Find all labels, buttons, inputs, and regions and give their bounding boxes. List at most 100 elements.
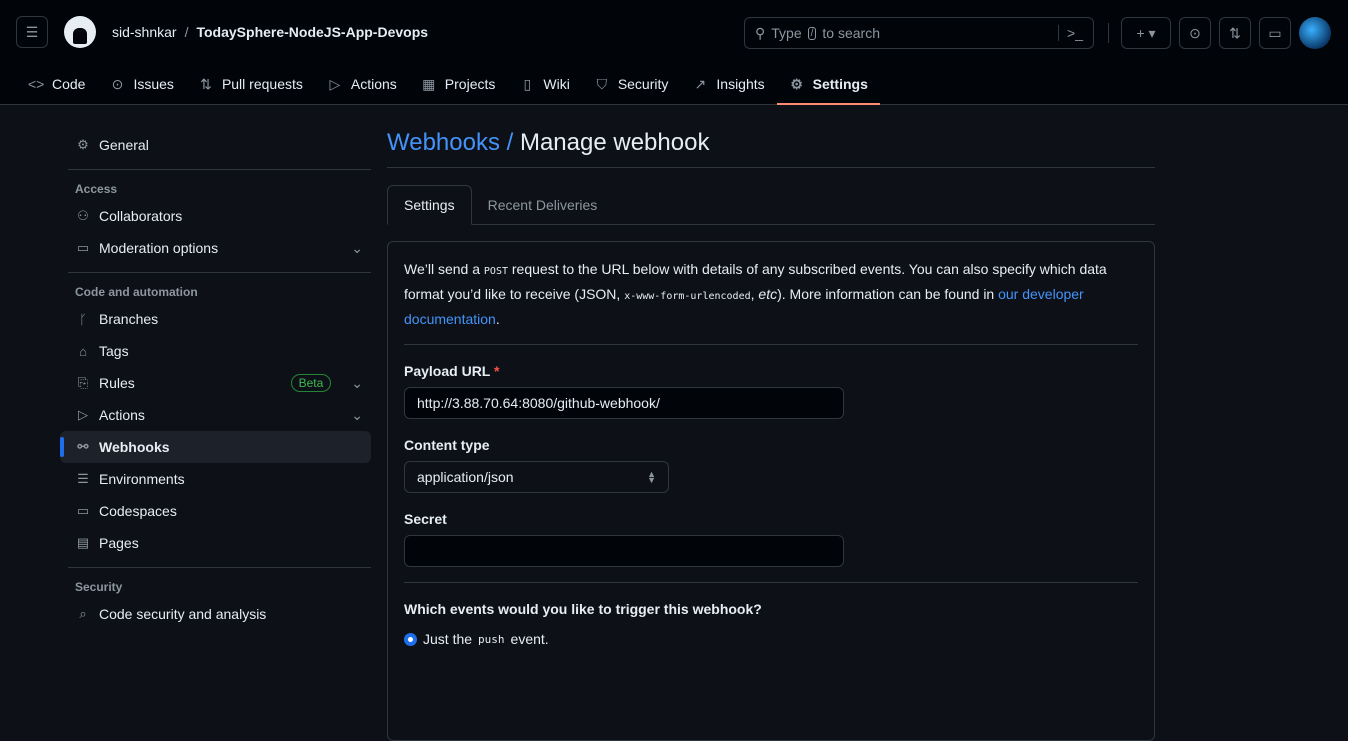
tab-recent-deliveries[interactable]: Recent Deliveries xyxy=(472,185,614,224)
codespaces-icon: ▭ xyxy=(76,503,90,518)
sidebar-item-moderation[interactable]: ▭ Moderation options ⌄ xyxy=(60,232,371,264)
sidebar-item-branches[interactable]: ᚴ Branches xyxy=(60,303,371,335)
intro-part: ). More information can be found in xyxy=(777,286,999,302)
gear-icon: ⚙ xyxy=(790,75,803,92)
chevron-down-icon[interactable]: ⌄ xyxy=(351,240,363,257)
required-marker: * xyxy=(494,363,500,379)
chevron-down-icon[interactable]: ⌄ xyxy=(351,375,363,392)
rules-icon: ⎘ xyxy=(77,375,89,390)
radio-label: event. xyxy=(510,631,549,647)
breadcrumb-separator: / xyxy=(184,24,189,40)
sidebar-item-label: Tags xyxy=(99,343,129,359)
command-palette-icon[interactable]: >_ xyxy=(1058,25,1083,41)
tab-actions[interactable]: ▷ Actions xyxy=(315,64,409,104)
pull-request-icon: ⇅ xyxy=(1229,24,1241,41)
chevron-down-icon[interactable]: ⌄ xyxy=(351,407,363,424)
tab-projects[interactable]: ▦ Projects xyxy=(409,64,508,104)
selected-value: application/json xyxy=(417,469,514,485)
sidebar-item-label: Pages xyxy=(99,535,139,551)
intro-part: We’ll send a xyxy=(404,261,484,277)
tab-label: Insights xyxy=(716,76,765,92)
inbox-button[interactable]: ▭ xyxy=(1259,17,1291,49)
menu-button[interactable]: ☰ xyxy=(16,16,48,48)
radio-code: push xyxy=(478,632,505,646)
intro-part: . xyxy=(495,311,500,327)
tab-label: Issues xyxy=(133,76,174,92)
sidebar-item-pages[interactable]: ▤ Pages xyxy=(60,527,371,559)
webhook-icon: ⚯ xyxy=(77,439,89,454)
code-icon: <> xyxy=(28,76,45,92)
sidebar-item-collaborators[interactable]: ⚇ Collaborators xyxy=(60,200,371,232)
tab-pull-requests[interactable]: ⇅ Pull requests xyxy=(186,64,315,104)
graph-icon: ↗ xyxy=(694,75,707,92)
beta-badge: Beta xyxy=(290,374,332,392)
radio-just-push[interactable]: Just the push event. xyxy=(404,631,1138,647)
sidebar-item-webhooks[interactable]: ⚯ Webhooks xyxy=(60,431,371,463)
sidebar-item-label: General xyxy=(99,137,149,153)
divider xyxy=(1108,23,1109,43)
search-shortcut-key: / xyxy=(807,26,817,40)
search-input[interactable]: ⚲ Type / to search >_ xyxy=(744,17,1094,49)
settings-sidebar: ⚙ General Access ⚇ Collaborators ▭ Moderati… xyxy=(60,129,371,630)
tab-label: Security xyxy=(617,76,669,92)
play-icon: ▷ xyxy=(329,75,341,92)
content-type-select[interactable]: application/json ▲ ▼ xyxy=(404,461,669,493)
github-logo-icon[interactable] xyxy=(64,16,96,48)
secret-input[interactable] xyxy=(404,535,844,567)
select-arrows-icon: ▲ ▼ xyxy=(647,469,656,485)
issue-icon: ⊙ xyxy=(111,75,124,92)
pull-requests-button[interactable]: ⇅ xyxy=(1219,17,1251,49)
create-new-button[interactable]: + ▾ xyxy=(1121,17,1171,49)
sidebar-item-environments[interactable]: ☰ Environments xyxy=(60,463,371,495)
sidebar-item-code-security[interactable]: ⌕ Code security and analysis xyxy=(60,598,371,630)
radio-selected-icon[interactable] xyxy=(404,632,417,646)
search-icon: ⚲ xyxy=(755,24,766,41)
gear-icon: ⚙ xyxy=(77,137,89,152)
shield-icon: ⛉ xyxy=(596,75,608,92)
section-heading-access: Access xyxy=(68,169,371,200)
tab-label: Actions xyxy=(350,76,397,92)
search-placeholder-suffix: to search xyxy=(822,25,880,41)
search-placeholder: Type xyxy=(771,25,802,41)
tab-security[interactable]: ⛉ Security xyxy=(582,64,681,104)
sidebar-item-label: Code security and analysis xyxy=(99,606,267,622)
sidebar-item-rules[interactable]: ⎘ Rules Beta ⌄ xyxy=(60,367,371,399)
tab-settings[interactable]: ⚙ Settings xyxy=(776,64,881,105)
tab-label: Pull requests xyxy=(221,76,303,92)
inbox-icon: ▭ xyxy=(1268,24,1282,41)
sidebar-item-tags[interactable]: ⌂ Tags xyxy=(60,335,371,367)
tab-issues[interactable]: ⊙ Issues xyxy=(97,64,185,104)
tab-wiki[interactable]: ▯ Wiki xyxy=(507,64,581,104)
sidebar-item-general[interactable]: ⚙ General xyxy=(60,129,371,161)
owner-link[interactable]: sid-shnkar xyxy=(112,24,177,40)
sidebar-item-codespaces[interactable]: ▭ Codespaces xyxy=(60,495,371,527)
repo-link[interactable]: TodaySphere-NodeJS-App-Devops xyxy=(196,24,428,40)
webhooks-breadcrumb-link[interactable]: Webhooks / xyxy=(387,129,513,156)
sidebar-item-label: Branches xyxy=(99,311,159,327)
tab-insights[interactable]: ↗ Insights xyxy=(680,64,776,104)
sidebar-item-label: Webhooks xyxy=(99,439,170,455)
tab-label: Code xyxy=(52,76,86,92)
section-heading-code: Code and automation xyxy=(68,272,371,303)
sidebar-item-label: Codespaces xyxy=(99,503,177,519)
sidebar-item-label: Moderation options xyxy=(99,240,219,256)
intro-code: POST xyxy=(483,266,508,277)
sidebar-item-label: Actions xyxy=(99,407,145,423)
label-text: Payload URL xyxy=(404,363,491,379)
people-icon: ⚇ xyxy=(77,208,89,223)
tab-label: Projects xyxy=(444,76,496,92)
intro-text: We’ll send a POST request to the URL bel… xyxy=(404,258,1138,345)
payload-url-input[interactable]: http://3.88.70.64:8080/github-webhook/ xyxy=(404,387,844,419)
divider xyxy=(404,582,1138,583)
branch-icon: ᚴ xyxy=(79,311,87,327)
sidebar-item-actions[interactable]: ▷ Actions ⌄ xyxy=(60,399,371,431)
browser-icon: ▤ xyxy=(76,535,90,550)
sidebar-item-label: Collaborators xyxy=(99,208,183,224)
issues-button[interactable]: ⊙ xyxy=(1179,17,1211,49)
tab-code[interactable]: <> Code xyxy=(16,64,97,104)
payload-url-label: Payload URL * xyxy=(404,363,1138,379)
intro-code: x-www-form-urlencoded xyxy=(624,291,751,302)
main-content: Webhooks / Manage webhook Settings Recen… xyxy=(387,129,1155,741)
tab-settings[interactable]: Settings xyxy=(387,185,472,225)
avatar[interactable] xyxy=(1299,17,1331,49)
